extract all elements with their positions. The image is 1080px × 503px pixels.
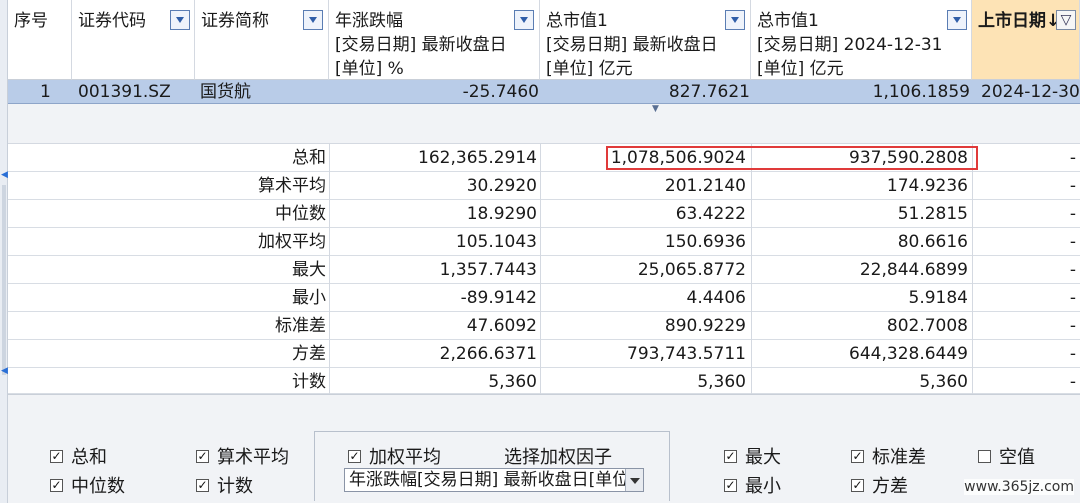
header-annual-change[interactable]: 年涨跌幅 [交易日期] 最新收盘日 [单位] % (329, 0, 540, 80)
checkbox-max[interactable]: ✓ 最大 (724, 443, 781, 469)
weighted-group-border (669, 431, 670, 501)
checkbox-mean[interactable]: ✓ 算术平均 (196, 443, 289, 469)
highlight-box (606, 146, 978, 170)
header-listing-date[interactable]: 上市日期↓ ▽ (972, 0, 1080, 80)
checkmark-icon[interactable]: ✓ (851, 449, 864, 463)
filter-dropdown-icon[interactable] (303, 10, 323, 30)
checkbox-sum[interactable]: ✓ 总和 (50, 443, 107, 469)
options-panel: ✓ 总和 ✓ 中位数 ✓ 算术平均 ✓ 计数 ✓ 加权平均 选择加权因子 年涨跌幅[交易日… (8, 394, 1080, 503)
weight-factor-label: 选择加权因子 (504, 447, 612, 468)
column-divider (329, 144, 330, 394)
checkmark-icon[interactable]: ✓ (196, 478, 209, 492)
stats-row-median: 中位数 18.9290 63.4222 51.2815 - (8, 200, 1080, 228)
checkbox-std[interactable]: ✓ 标准差 (851, 443, 926, 469)
checkbox-variance[interactable]: ✓ 方差 (851, 472, 908, 498)
filter-dropdown-icon[interactable] (514, 10, 534, 30)
header-name[interactable]: 证券简称 (195, 0, 329, 80)
collapse-arrow-icon[interactable]: ◀ (1, 170, 8, 180)
checkbox-min[interactable]: ✓ 最小 (724, 472, 781, 498)
stats-row-mean: 算术平均 30.2920 201.2140 174.9236 - (8, 172, 1080, 200)
splitter-track[interactable] (2, 185, 6, 375)
checkmark-icon[interactable]: ✓ (724, 478, 737, 492)
stats-row-std: 标准差 47.6092 890.9229 802.7008 - (8, 312, 1080, 340)
header-seq[interactable]: 序号 (8, 0, 72, 80)
header-market-cap-2024[interactable]: 总市值1 [交易日期] 2024-12-31 [单位] 亿元 (751, 0, 972, 80)
filter-funnel-icon[interactable]: ▽ (1056, 10, 1076, 30)
chevron-down-icon[interactable] (625, 469, 643, 491)
filter-dropdown-icon[interactable] (947, 10, 967, 30)
checkbox-empty[interactable]: 空值 (978, 443, 1035, 469)
column-divider (751, 144, 752, 394)
column-divider (972, 144, 973, 394)
filter-dropdown-icon[interactable] (725, 10, 745, 30)
resize-handle-icon[interactable]: ▼ (652, 104, 659, 114)
filter-dropdown-icon[interactable] (170, 10, 190, 30)
checkbox-median[interactable]: ✓ 中位数 (50, 472, 125, 498)
checkmark-icon[interactable]: ✓ (348, 449, 361, 463)
stats-row-min: 最小 -89.9142 4.4406 5.9184 - (8, 284, 1080, 312)
expand-arrow-icon[interactable]: ◀ (1, 366, 8, 376)
checkmark-icon[interactable]: ✓ (851, 478, 864, 492)
checkmark-icon[interactable]: ✓ (724, 449, 737, 463)
weight-factor-select[interactable]: 年涨跌幅[交易日期] 最新收盘日[单位 (344, 468, 644, 492)
header-market-cap-latest[interactable]: 总市值1 [交易日期] 最新收盘日 [单位] 亿元 (540, 0, 751, 80)
splitter-gap: ▼ (8, 104, 1080, 144)
table-row[interactable]: 1 001391.SZ 国货航 -25.7460 827.7621 1,106.… (8, 80, 1080, 104)
stats-row-weighted-mean: 加权平均 105.1043 150.6936 80.6616 - (8, 228, 1080, 256)
checkmark-icon[interactable]: ✓ (196, 449, 209, 463)
stats-row-max: 最大 1,357.7443 25,065.8772 22,844.6899 - (8, 256, 1080, 284)
left-splitter[interactable]: ◀ ◀ (0, 0, 8, 503)
column-divider (540, 144, 541, 394)
checkbox-count[interactable]: ✓ 计数 (196, 472, 253, 498)
stats-row-count: 计数 5,360 5,360 5,360 - (8, 368, 1080, 394)
header-code[interactable]: 证券代码 (72, 0, 195, 80)
stats-window: ◀ ◀ 序号 证券代码 证券简称 年涨跌幅 [交易日期] 最新收盘日 [单位] … (0, 0, 1080, 503)
checkmark-icon[interactable]: ✓ (50, 449, 63, 463)
checkbox-weighted-mean[interactable]: ✓ 加权平均 (348, 443, 441, 469)
stats-row-variance: 方差 2,266.6371 793,743.5711 644,328.6449 … (8, 340, 1080, 368)
watermark: www.365jz.com (964, 479, 1074, 495)
checkmark-icon[interactable]: ✓ (50, 478, 63, 492)
